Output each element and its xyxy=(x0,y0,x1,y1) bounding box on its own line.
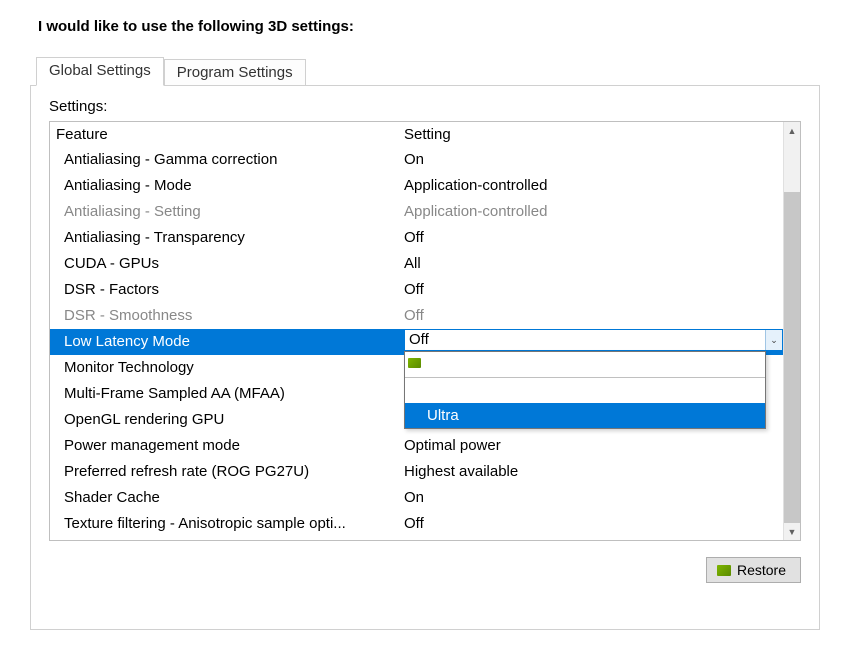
table-row[interactable]: Antialiasing - ModeApplication-controlle… xyxy=(50,173,783,199)
setting-cell: Application-controlled xyxy=(404,175,783,197)
dropdown-option[interactable]: Off xyxy=(405,352,765,378)
setting-cell: Application-controlled xyxy=(404,201,783,223)
table-row[interactable]: CUDA - GPUsAll xyxy=(50,251,783,277)
table-row[interactable]: Texture filtering - Anisotropic sample o… xyxy=(50,511,783,537)
column-header-setting[interactable]: Setting xyxy=(404,126,783,143)
feature-cell: Texture filtering - Negative LOD bias xyxy=(54,539,404,540)
feature-cell: Power management mode xyxy=(54,435,404,457)
table-row[interactable]: Texture filtering - Negative LOD biasAll… xyxy=(50,537,783,540)
feature-cell: Low Latency Mode xyxy=(54,331,404,353)
feature-cell: Shader Cache xyxy=(54,487,404,509)
settings-label: Settings: xyxy=(49,98,801,115)
feature-cell: Antialiasing - Setting xyxy=(54,201,404,223)
dropdown-option[interactable]: On xyxy=(405,378,765,403)
grid-header: Feature Setting xyxy=(50,122,783,147)
dropdown-option[interactable]: Ultra xyxy=(405,403,765,428)
table-row[interactable]: Preferred refresh rate (ROG PG27U)Highes… xyxy=(50,459,783,485)
feature-cell: Texture filtering - Anisotropic sample o… xyxy=(54,513,404,535)
restore-row: Restore xyxy=(49,557,801,583)
settings-grid: Feature Setting Antialiasing - Gamma cor… xyxy=(49,121,801,541)
tabs: Global Settings Program Settings xyxy=(36,57,820,85)
feature-cell: Multi-Frame Sampled AA (MFAA) xyxy=(54,383,404,405)
page-heading: I would like to use the following 3D set… xyxy=(38,18,820,35)
feature-cell: CUDA - GPUs xyxy=(54,253,404,275)
tab-global-settings[interactable]: Global Settings xyxy=(36,57,164,86)
setting-cell: All xyxy=(404,253,783,275)
grid-scroll-area: Feature Setting Antialiasing - Gamma cor… xyxy=(50,122,783,540)
feature-cell: Antialiasing - Transparency xyxy=(54,227,404,249)
combobox-value: Off xyxy=(405,329,765,351)
table-row[interactable]: Power management modeOptimal power xyxy=(50,433,783,459)
tab-container: Global Settings Program Settings Setting… xyxy=(30,57,820,630)
nvidia-logo-icon xyxy=(717,565,731,576)
feature-cell: Preferred refresh rate (ROG PG27U) xyxy=(54,461,404,483)
feature-cell: Monitor Technology xyxy=(54,357,404,379)
setting-cell: Allow xyxy=(404,539,783,540)
vertical-scrollbar[interactable]: ▲ ▼ xyxy=(783,122,800,540)
setting-cell: On xyxy=(404,487,783,509)
table-row[interactable]: Antialiasing - TransparencyOff xyxy=(50,225,783,251)
table-row[interactable]: Low Latency ModeOffOff⌄OffOnUltra xyxy=(50,329,783,355)
dropdown-list[interactable]: OffOnUltra xyxy=(404,351,766,429)
feature-cell: DSR - Factors xyxy=(54,279,404,301)
chevron-down-icon[interactable]: ⌄ xyxy=(765,330,782,350)
setting-combobox[interactable]: Off⌄ xyxy=(404,329,783,351)
setting-cell: Off xyxy=(404,227,783,249)
column-header-feature[interactable]: Feature xyxy=(54,126,404,143)
setting-cell: Off xyxy=(404,305,783,327)
scroll-up-arrow[interactable]: ▲ xyxy=(784,122,800,139)
tab-program-settings[interactable]: Program Settings xyxy=(164,59,306,85)
scroll-down-arrow[interactable]: ▼ xyxy=(784,523,800,540)
table-row[interactable]: Antialiasing - SettingApplication-contro… xyxy=(50,199,783,225)
scroll-thumb[interactable] xyxy=(784,192,800,523)
table-row[interactable]: Antialiasing - Gamma correctionOn xyxy=(50,147,783,173)
feature-cell: Antialiasing - Gamma correction xyxy=(54,149,404,171)
table-row[interactable]: DSR - SmoothnessOff xyxy=(50,303,783,329)
restore-button-label: Restore xyxy=(737,562,786,578)
setting-cell: Highest available xyxy=(404,461,783,483)
table-row[interactable]: DSR - FactorsOff xyxy=(50,277,783,303)
setting-cell: On xyxy=(404,149,783,171)
setting-cell: Off xyxy=(404,279,783,301)
feature-cell: DSR - Smoothness xyxy=(54,305,404,327)
feature-cell: Antialiasing - Mode xyxy=(54,175,404,197)
restore-button[interactable]: Restore xyxy=(706,557,801,583)
settings-panel: Settings: Feature Setting Antialiasing -… xyxy=(30,85,820,630)
table-row[interactable]: Shader CacheOn xyxy=(50,485,783,511)
feature-cell: OpenGL rendering GPU xyxy=(54,409,404,431)
setting-cell: Optimal power xyxy=(404,435,783,457)
grid-body: Antialiasing - Gamma correctionOnAntiali… xyxy=(50,147,783,540)
setting-cell: Off xyxy=(404,513,783,535)
